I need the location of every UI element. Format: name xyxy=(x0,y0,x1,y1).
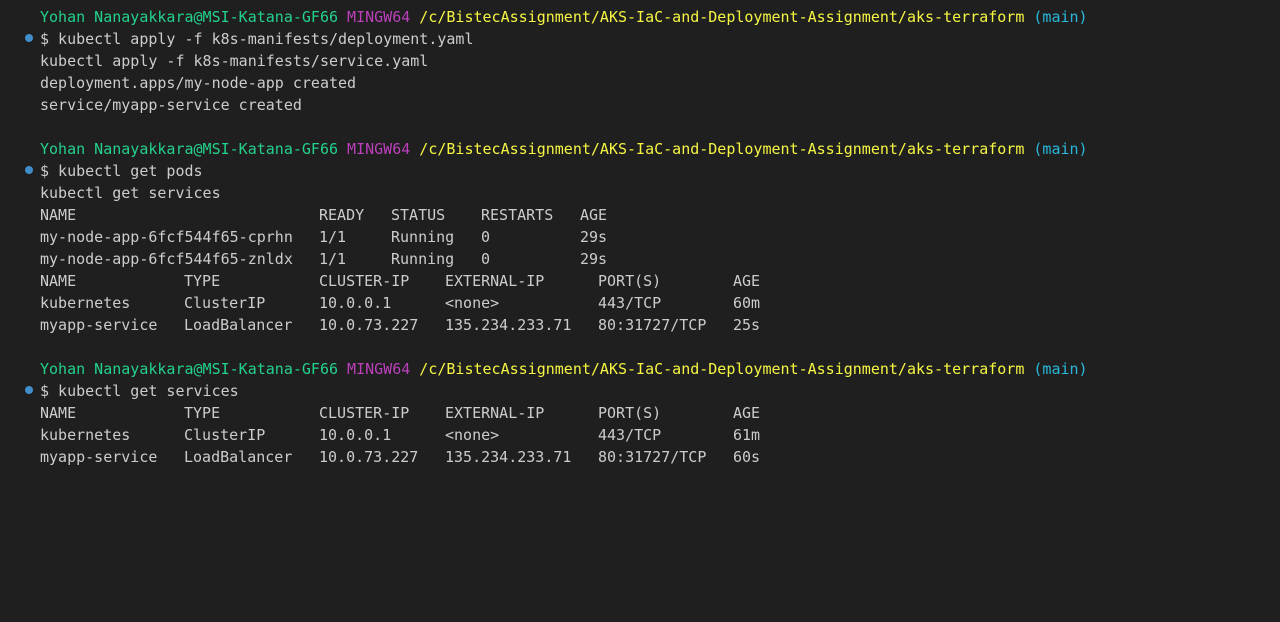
services-table-header: NAME TYPE CLUSTER-IP EXTERNAL-IP PORT(S)… xyxy=(40,270,840,292)
prompt-line: Yohan Nanayakkara@MSI-Katana-GF66 MINGW6… xyxy=(40,138,1088,160)
prompt-path: /c/BistecAssignment/AKS-IaC-and-Deployme… xyxy=(419,360,1025,378)
prompt-branch: (main) xyxy=(1033,360,1088,378)
prompt-user-host: Yohan Nanayakkara@MSI-Katana-GF66 xyxy=(40,8,339,26)
col-age: AGE xyxy=(580,206,608,224)
pod-ready: 1/1 xyxy=(319,250,347,268)
prompt-branch: (main) xyxy=(1033,140,1088,158)
pod-restarts: 0 xyxy=(481,250,491,268)
pod-status: Running xyxy=(391,250,455,268)
svc-name: kubernetes xyxy=(40,294,131,312)
svc-external-ip: <none> xyxy=(445,294,500,312)
prompt-env: MINGW64 xyxy=(347,360,411,378)
col-ports: PORT(S) xyxy=(598,404,662,422)
pod-status: Running xyxy=(391,228,455,246)
svc-age: 61m xyxy=(733,426,761,444)
table-row: my-node-app-6fcf544f65-znldx 1/1 Running… xyxy=(40,248,740,270)
svc-type: LoadBalancer xyxy=(184,448,293,466)
svc-cluster-ip: 10.0.0.1 xyxy=(319,426,392,444)
col-name: NAME xyxy=(40,404,77,422)
svc-ports: 443/TCP xyxy=(598,294,662,312)
prompt-user-host: Yohan Nanayakkara@MSI-Katana-GF66 xyxy=(40,360,339,378)
svc-external-ip: <none> xyxy=(445,426,500,444)
svc-type: LoadBalancer xyxy=(184,316,293,334)
pod-age: 29s xyxy=(580,250,608,268)
command-status-dot-icon[interactable] xyxy=(25,34,33,42)
pod-name: my-node-app-6fcf544f65-cprhn xyxy=(40,228,293,246)
svc-cluster-ip: 10.0.73.227 xyxy=(319,316,419,334)
command-line: $ kubectl get services xyxy=(40,382,239,400)
output-line: service/myapp-service created xyxy=(40,96,302,114)
col-cluster-ip: CLUSTER-IP xyxy=(319,272,410,290)
command-line: $ kubectl get pods xyxy=(40,162,203,180)
command-status-dot-icon[interactable] xyxy=(25,166,33,174)
pods-table-header: NAME READY STATUS RESTARTS AGE xyxy=(40,204,740,226)
svc-name: myapp-service xyxy=(40,316,158,334)
terminal-output[interactable]: Yohan Nanayakkara@MSI-Katana-GF66 MINGW6… xyxy=(0,0,1280,481)
svc-ports: 80:31727/TCP xyxy=(598,448,707,466)
command-line: $ kubectl apply -f k8s-manifests/deploym… xyxy=(40,30,474,48)
prompt-user-host: Yohan Nanayakkara@MSI-Katana-GF66 xyxy=(40,140,339,158)
table-row: myapp-service LoadBalancer 10.0.73.227 1… xyxy=(40,446,840,468)
svc-cluster-ip: 10.0.0.1 xyxy=(319,294,392,312)
prompt-branch: (main) xyxy=(1033,8,1088,26)
col-name: NAME xyxy=(40,272,77,290)
pod-ready: 1/1 xyxy=(319,228,347,246)
prompt-line: Yohan Nanayakkara@MSI-Katana-GF66 MINGW6… xyxy=(40,6,1088,28)
svc-cluster-ip: 10.0.73.227 xyxy=(319,448,419,466)
table-row: kubernetes ClusterIP 10.0.0.1 <none> 443… xyxy=(40,292,840,314)
command-line: kubectl get services xyxy=(40,184,221,202)
command-line: kubectl apply -f k8s-manifests/service.y… xyxy=(40,52,429,70)
svc-age: 60s xyxy=(733,448,761,466)
svc-external-ip: 135.234.233.71 xyxy=(445,316,572,334)
table-row: my-node-app-6fcf544f65-cprhn 1/1 Running… xyxy=(40,226,740,248)
col-age: AGE xyxy=(733,404,761,422)
table-row: myapp-service LoadBalancer 10.0.73.227 1… xyxy=(40,314,840,336)
svc-name: myapp-service xyxy=(40,448,158,466)
svc-age: 60m xyxy=(733,294,761,312)
col-type: TYPE xyxy=(184,404,221,422)
col-restarts: RESTARTS xyxy=(481,206,554,224)
pod-age: 29s xyxy=(580,228,608,246)
col-external-ip: EXTERNAL-IP xyxy=(445,272,545,290)
prompt-env: MINGW64 xyxy=(347,140,411,158)
col-external-ip: EXTERNAL-IP xyxy=(445,404,545,422)
col-type: TYPE xyxy=(184,272,221,290)
table-row: kubernetes ClusterIP 10.0.0.1 <none> 443… xyxy=(40,424,840,446)
svc-name: kubernetes xyxy=(40,426,131,444)
svc-ports: 80:31727/TCP xyxy=(598,316,707,334)
prompt-path: /c/BistecAssignment/AKS-IaC-and-Deployme… xyxy=(419,140,1025,158)
col-age: AGE xyxy=(733,272,761,290)
col-status: STATUS xyxy=(391,206,446,224)
svc-ports: 443/TCP xyxy=(598,426,662,444)
pod-restarts: 0 xyxy=(481,228,491,246)
services-table-header: NAME TYPE CLUSTER-IP EXTERNAL-IP PORT(S)… xyxy=(40,402,840,424)
pod-name: my-node-app-6fcf544f65-znldx xyxy=(40,250,293,268)
svc-type: ClusterIP xyxy=(184,294,266,312)
prompt-env: MINGW64 xyxy=(347,8,411,26)
col-name: NAME xyxy=(40,206,77,224)
prompt-line: Yohan Nanayakkara@MSI-Katana-GF66 MINGW6… xyxy=(40,358,1088,380)
prompt-path: /c/BistecAssignment/AKS-IaC-and-Deployme… xyxy=(419,8,1025,26)
col-ready: READY xyxy=(319,206,365,224)
svc-age: 25s xyxy=(733,316,761,334)
svc-external-ip: 135.234.233.71 xyxy=(445,448,572,466)
col-cluster-ip: CLUSTER-IP xyxy=(319,404,410,422)
svc-type: ClusterIP xyxy=(184,426,266,444)
output-line: deployment.apps/my-node-app created xyxy=(40,74,357,92)
command-status-dot-icon[interactable] xyxy=(25,386,33,394)
col-ports: PORT(S) xyxy=(598,272,662,290)
